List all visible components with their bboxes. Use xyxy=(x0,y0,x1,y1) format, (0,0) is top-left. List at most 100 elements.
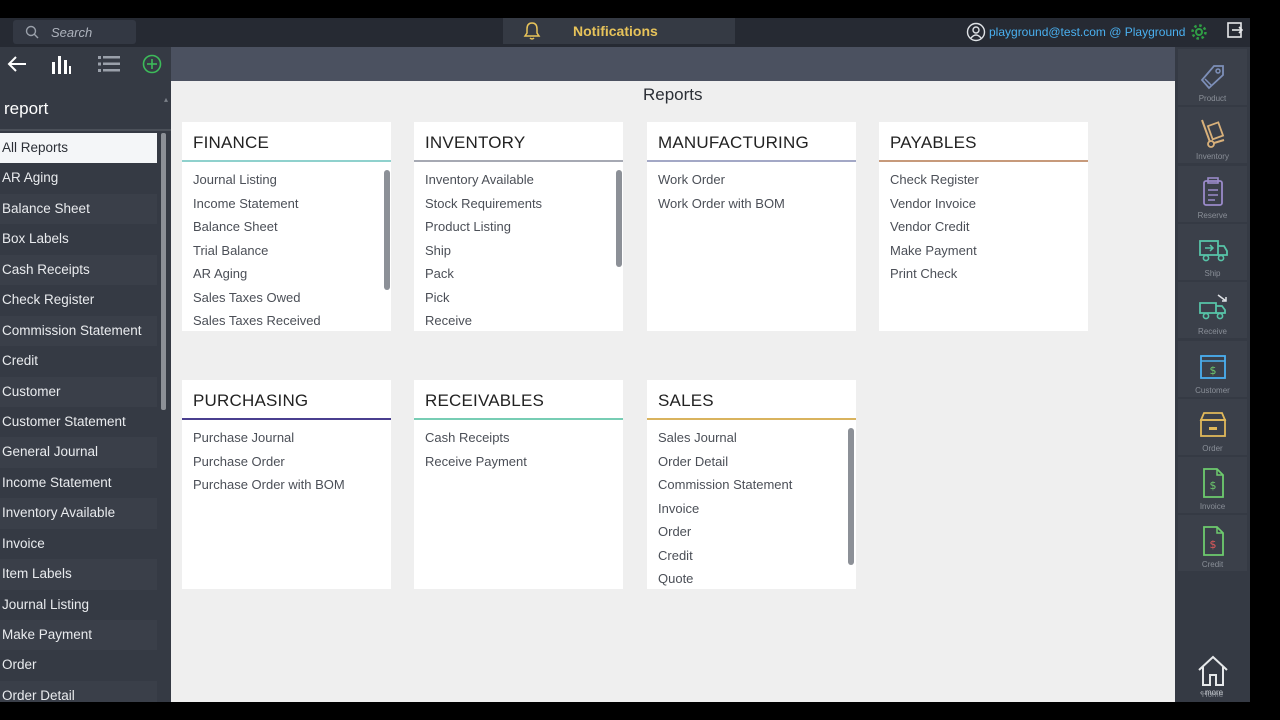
sidebar-item[interactable]: Make Payment xyxy=(0,620,157,651)
report-link[interactable]: Pack xyxy=(425,262,623,286)
sidebar-toolbar xyxy=(0,47,171,85)
invoice-document-icon: $ xyxy=(1202,468,1224,498)
logout-icon[interactable] xyxy=(1227,22,1243,38)
report-link[interactable]: Stock Requirements xyxy=(425,192,623,216)
user-account-button[interactable]: playground@test.com @ Playground xyxy=(966,22,1185,42)
report-card-scrollbar[interactable] xyxy=(616,170,622,267)
product-tag-icon xyxy=(1200,65,1224,90)
svg-text:$: $ xyxy=(1209,538,1216,551)
report-card-scrollbar[interactable] xyxy=(848,428,854,565)
report-link[interactable]: Credit xyxy=(658,544,856,568)
report-link[interactable]: Order Detail xyxy=(658,450,856,474)
report-link[interactable]: Purchase Journal xyxy=(193,426,391,450)
sidebar-item[interactable]: Journal Listing xyxy=(0,590,157,620)
sidebar-item[interactable]: General Journal xyxy=(0,437,157,468)
report-card-scrollbar[interactable] xyxy=(384,170,390,290)
product-button[interactable]: Product xyxy=(1178,49,1247,105)
inventory-button[interactable]: Inventory xyxy=(1178,107,1247,164)
sidebar-item[interactable]: Credit xyxy=(0,346,157,376)
sidebar-scrollbar[interactable] xyxy=(161,133,166,410)
report-card-finance: FINANCE Journal Listing Income Statement Ba… xyxy=(182,122,391,331)
credit-button[interactable]: $ Credit xyxy=(1178,515,1247,572)
report-link[interactable]: AR Aging xyxy=(193,262,391,286)
report-link[interactable]: Product Listing xyxy=(425,215,623,239)
report-link[interactable]: Order xyxy=(658,520,856,544)
sidebar-item[interactable]: Invoice xyxy=(0,529,157,559)
sidebar-filter-input[interactable]: report ▴ xyxy=(0,85,171,131)
report-link[interactable]: Income Statement xyxy=(193,192,391,216)
page-title: Reports xyxy=(643,85,703,104)
credit-document-icon: $ xyxy=(1202,526,1224,557)
report-link[interactable]: Print Check xyxy=(890,262,1088,286)
sidebar-item[interactable]: AR Aging xyxy=(0,163,157,193)
back-arrow-icon[interactable] xyxy=(6,55,28,78)
customer-button[interactable]: $ Customer xyxy=(1178,340,1247,397)
invoice-label: Invoice xyxy=(1199,502,1226,512)
order-button[interactable]: Order xyxy=(1178,398,1247,455)
sidebar-item[interactable]: Order xyxy=(0,650,157,680)
gear-icon[interactable] xyxy=(1190,23,1208,41)
sidebar-item[interactable]: Income Statement xyxy=(0,468,157,498)
report-link[interactable]: Trial Balance xyxy=(193,239,391,263)
notifications-button[interactable]: Notifications xyxy=(503,18,735,44)
ship-label: Ship xyxy=(1204,268,1221,278)
sidebar-item[interactable]: Customer xyxy=(0,376,157,407)
report-link[interactable]: Invoice xyxy=(658,497,856,521)
invoice-button[interactable]: $ Invoice xyxy=(1178,457,1247,514)
report-link[interactable]: Vendor Credit xyxy=(890,215,1088,239)
report-card-manufacturing: MANUFACTURING Work Order Work Order with B… xyxy=(647,122,856,331)
ship-button[interactable]: Ship xyxy=(1178,223,1247,280)
report-link[interactable]: Ship xyxy=(425,239,623,263)
report-link[interactable]: Cash Receipts xyxy=(425,426,623,450)
right-action-bar: Product Inventory Reserve Ship Receive $ Custo… xyxy=(1175,47,1250,702)
report-link[interactable]: Vendor Invoice xyxy=(890,192,1088,216)
reserve-button[interactable]: Reserve xyxy=(1178,165,1247,222)
sidebar-item[interactable]: Inventory Available xyxy=(0,498,157,529)
product-label: Product xyxy=(1198,94,1227,103)
report-link-list: Check Register Vendor Invoice Vendor Credi… xyxy=(879,162,1088,286)
report-link[interactable]: Journal Listing xyxy=(193,168,391,192)
sidebar-item[interactable]: Commission Statement xyxy=(0,315,157,347)
sidebar-item[interactable]: Order Detail xyxy=(0,680,157,702)
search-input[interactable]: Search xyxy=(13,20,136,44)
sidebar-item[interactable]: Item Labels xyxy=(0,559,157,590)
report-link[interactable]: Inventory Available xyxy=(425,168,623,192)
report-link[interactable]: Receive Payment xyxy=(425,450,623,474)
report-card-purchasing: PURCHASING Purchase Journal Purchase Order… xyxy=(182,380,391,589)
svg-text:$: $ xyxy=(1209,364,1216,377)
report-card-title: PAYABLES xyxy=(879,122,1088,162)
sidebar-item[interactable]: Customer Statement xyxy=(0,407,157,437)
bar-chart-icon[interactable] xyxy=(50,54,72,79)
list-icon[interactable] xyxy=(98,55,120,78)
report-card-title: RECEIVABLES xyxy=(414,380,623,420)
report-link[interactable]: Commission Statement xyxy=(658,473,856,497)
ship-truck-icon xyxy=(1198,239,1228,262)
report-link[interactable]: Purchase Order with BOM xyxy=(193,473,391,497)
receive-button[interactable]: Receive xyxy=(1178,282,1247,339)
report-link[interactable]: Receive xyxy=(425,309,623,331)
report-card-payables: PAYABLES Check Register Vendor Invoice Vend… xyxy=(879,122,1088,331)
sidebar-item[interactable]: Balance Sheet xyxy=(0,193,157,225)
report-card-title: MANUFACTURING xyxy=(647,122,856,162)
report-link[interactable]: Work Order xyxy=(658,168,856,192)
report-link[interactable]: Sales Taxes Owed xyxy=(193,286,391,310)
sidebar-item[interactable]: Check Register xyxy=(0,285,157,315)
report-link[interactable]: Purchase Order xyxy=(193,450,391,474)
report-link[interactable]: Check Register xyxy=(890,168,1088,192)
report-link[interactable]: Pick xyxy=(425,286,623,310)
report-card-sales: SALES Sales Journal Order Detail Commission… xyxy=(647,380,856,589)
report-link[interactable]: Work Order with BOM xyxy=(658,192,856,216)
report-link[interactable]: Sales Taxes Received xyxy=(193,309,391,331)
search-placeholder: Search xyxy=(51,24,93,40)
sidebar-item[interactable]: All Reports xyxy=(0,133,157,164)
sidebar-item[interactable]: Box Labels xyxy=(0,224,157,254)
report-link[interactable]: Make Payment xyxy=(890,239,1088,263)
report-card-title: PURCHASING xyxy=(182,380,391,420)
add-circle-icon[interactable] xyxy=(142,54,162,79)
report-link[interactable]: Sales Journal xyxy=(658,426,856,450)
report-link[interactable]: Balance Sheet xyxy=(193,215,391,239)
report-link[interactable]: Quote xyxy=(658,567,856,589)
report-card-inventory: INVENTORY Inventory Available Stock Requir… xyxy=(414,122,623,331)
sidebar-item[interactable]: Cash Receipts xyxy=(0,254,157,286)
more-link[interactable]: ‹ more xyxy=(1200,688,1223,697)
